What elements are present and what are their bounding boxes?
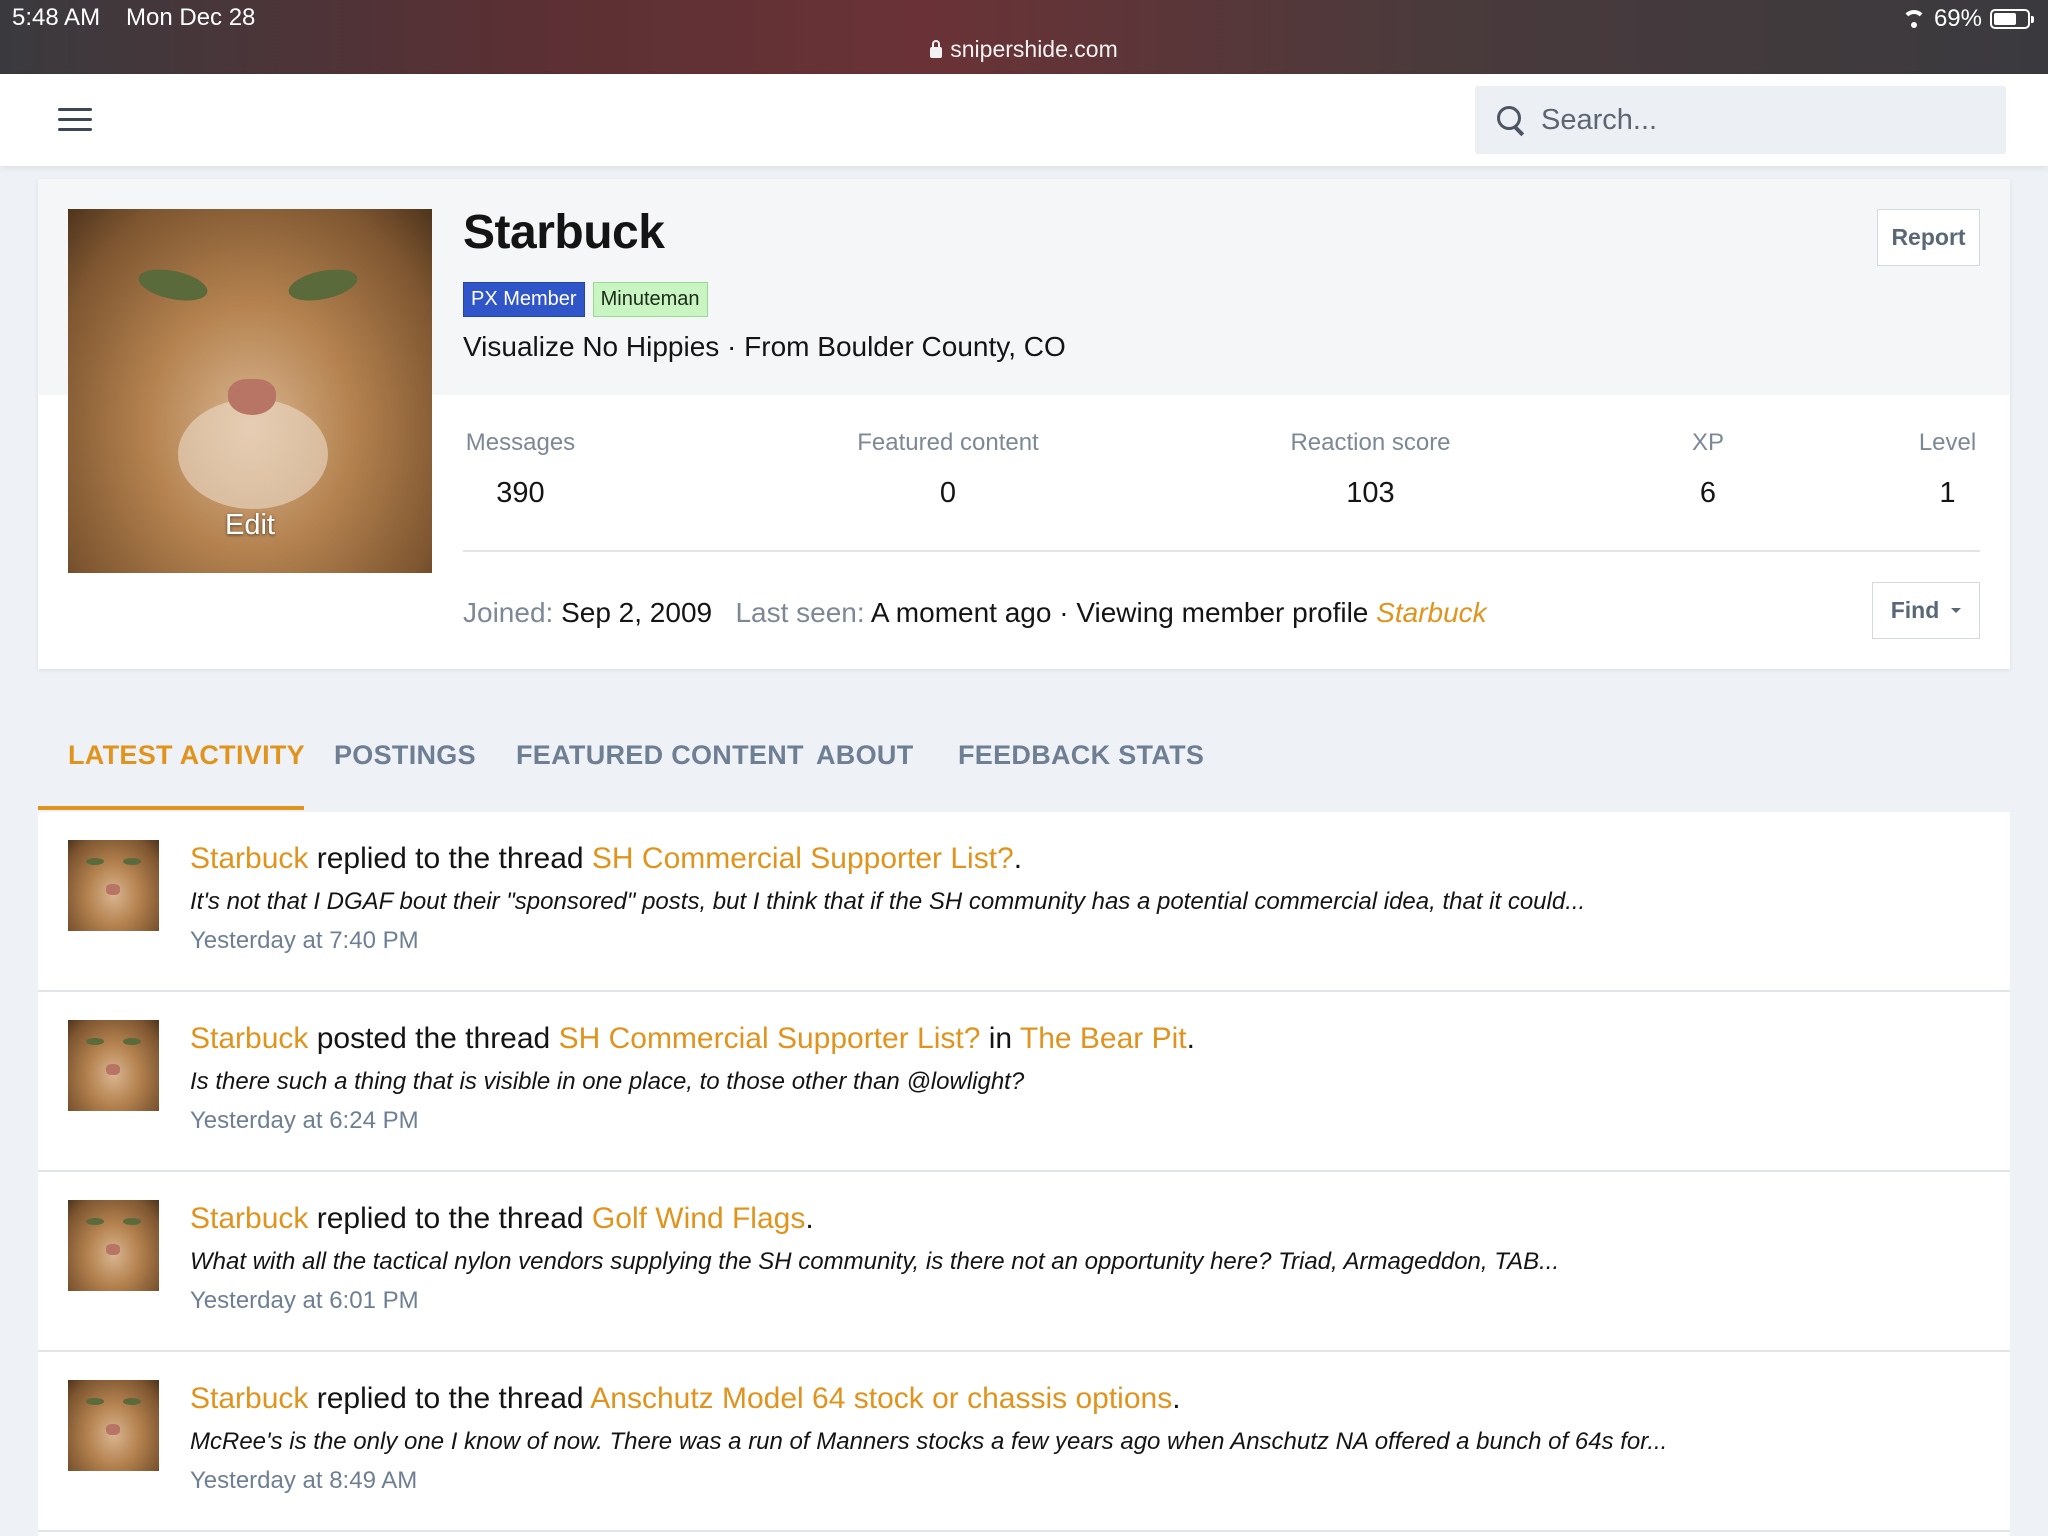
list-item: Starbuck replied to the thread SH Commer… (38, 812, 2010, 992)
joined-label: Joined: (463, 597, 554, 628)
avatar[interactable]: Edit (68, 209, 432, 573)
status-bar: 5:48 AM Mon Dec 28 snipershide.com 69% (0, 0, 2048, 74)
report-button[interactable]: Report (1877, 209, 1980, 266)
stat-xp: XP 6 (1683, 429, 1733, 510)
user-link[interactable]: Starbuck (190, 1382, 308, 1415)
tab-about[interactable]: ABOUT (816, 740, 914, 771)
last-seen-link[interactable]: Starbuck (1376, 597, 1487, 628)
activity-snippet: McRee's is the only one I know of now. T… (190, 1428, 1668, 1455)
search-input[interactable] (1541, 103, 1981, 137)
tab-latest-activity[interactable]: LATEST ACTIVITY (68, 740, 305, 771)
activity-snippet: It's not that I DGAF bout their "sponsor… (190, 888, 1586, 915)
user-badges: PX Member Minuteman (463, 282, 708, 317)
avatar[interactable] (68, 1380, 159, 1471)
tab-feedback-stats[interactable]: FEEDBACK STATS (958, 740, 1204, 771)
activity-list: Starbuck replied to the thread SH Commer… (38, 812, 2010, 1536)
thread-link[interactable]: SH Commercial Supporter List? (592, 842, 1014, 875)
status-right: 69% (1901, 5, 2034, 33)
activity-time[interactable]: Yesterday at 8:49 AM (190, 1467, 417, 1495)
tab-featured-content[interactable]: FEATURED CONTENT (516, 740, 804, 771)
stat-label: XP (1691, 429, 1724, 456)
site-header (0, 74, 2048, 166)
thread-link[interactable]: SH Commercial Supporter List? (559, 1022, 981, 1055)
search-box[interactable] (1475, 86, 2006, 154)
find-label: Find (1890, 597, 1940, 623)
stat-label: Featured content (857, 429, 1039, 456)
caret-down-icon (1951, 608, 1962, 613)
badge-px-member: PX Member (463, 282, 585, 317)
stat-label: Level (1918, 429, 1977, 456)
stat-reaction-score[interactable]: Reaction score 103 (1283, 429, 1458, 510)
last-seen-label: Last seen: (735, 597, 865, 628)
profile-tabs: LATEST ACTIVITY POSTINGS FEATURED CONTEN… (38, 716, 2010, 812)
avatar[interactable] (68, 1200, 159, 1291)
stat-value: 6 (1699, 477, 1717, 509)
thread-link[interactable]: Anschutz Model 64 stock or chassis optio… (590, 1382, 1172, 1415)
avatar[interactable] (68, 840, 159, 931)
profile-username: Starbuck (463, 206, 665, 259)
user-link[interactable]: Starbuck (190, 1202, 308, 1235)
list-item: Starbuck replied to the thread Anschutz … (38, 1352, 2010, 1532)
thread-link[interactable]: Golf Wind Flags (592, 1202, 805, 1235)
tab-postings[interactable]: POSTINGS (334, 740, 476, 771)
joined-date: Sep 2, 2009 (561, 597, 713, 628)
url-text: snipershide.com (950, 36, 1118, 62)
profile-card: Edit Starbuck PX Member Minuteman Visual… (38, 179, 2010, 669)
activity-summary: Starbuck replied to the thread Golf Wind… (190, 1202, 814, 1235)
activity-time[interactable]: Yesterday at 7:40 PM (190, 927, 419, 955)
stat-label: Messages (465, 429, 576, 456)
find-button[interactable]: Find (1872, 582, 1980, 639)
activity-summary: Starbuck posted the thread SH Commercial… (190, 1022, 1195, 1055)
stat-level: Level 1 (1915, 429, 1980, 510)
address-bar[interactable]: snipershide.com (0, 36, 2048, 63)
stat-value: 0 (939, 477, 957, 509)
avatar-edit-label[interactable]: Edit (68, 509, 432, 542)
activity-summary: Starbuck replied to the thread SH Commer… (190, 842, 1023, 875)
last-seen-value: A moment ago · Viewing member profile (870, 597, 1369, 628)
activity-snippet: What with all the tactical nylon vendors… (190, 1248, 1560, 1275)
active-tab-indicator (38, 806, 304, 810)
forum-link[interactable]: The Bear Pit (1020, 1022, 1187, 1055)
search-icon[interactable] (1495, 104, 1527, 136)
activity-time[interactable]: Yesterday at 6:01 PM (190, 1287, 419, 1315)
activity-snippet: Is there such a thing that is visible in… (190, 1068, 1025, 1095)
lock-icon (930, 40, 943, 58)
battery-icon (1990, 9, 2034, 29)
status-time: 5:48 AM (12, 4, 101, 31)
profile-tagline: Visualize No Hippies · From Boulder Coun… (463, 331, 1066, 362)
stat-featured-content[interactable]: Featured content 0 (848, 429, 1048, 510)
activity-summary: Starbuck replied to the thread Anschutz … (190, 1382, 1181, 1415)
battery-fill (1994, 13, 2017, 25)
hamburger-menu-icon[interactable] (58, 108, 92, 132)
avatar[interactable] (68, 1020, 159, 1111)
list-item: Starbuck replied to the thread Golf Wind… (38, 1172, 2010, 1352)
stat-value: 1 (1939, 477, 1956, 509)
stat-value: 103 (1346, 477, 1395, 509)
profile-stats: Messages 390 Featured content 0 Reaction… (463, 429, 1980, 509)
badge-minuteman: Minuteman (592, 282, 708, 317)
stat-messages[interactable]: Messages 390 (463, 429, 578, 510)
user-link[interactable]: Starbuck (190, 1022, 308, 1055)
user-link[interactable]: Starbuck (190, 842, 308, 875)
list-item: Starbuck posted the thread SH Commercial… (38, 992, 2010, 1172)
stat-value: 390 (496, 477, 545, 509)
battery-percent: 69% (1933, 5, 1982, 32)
member-info-line: Joined: Sep 2, 2009 Last seen: A moment … (463, 597, 1487, 629)
wifi-icon (1901, 10, 1926, 28)
status-date: Mon Dec 28 (126, 4, 256, 31)
stat-label: Reaction score (1290, 429, 1451, 456)
stats-divider (463, 550, 1980, 552)
activity-time[interactable]: Yesterday at 6:24 PM (190, 1107, 419, 1135)
